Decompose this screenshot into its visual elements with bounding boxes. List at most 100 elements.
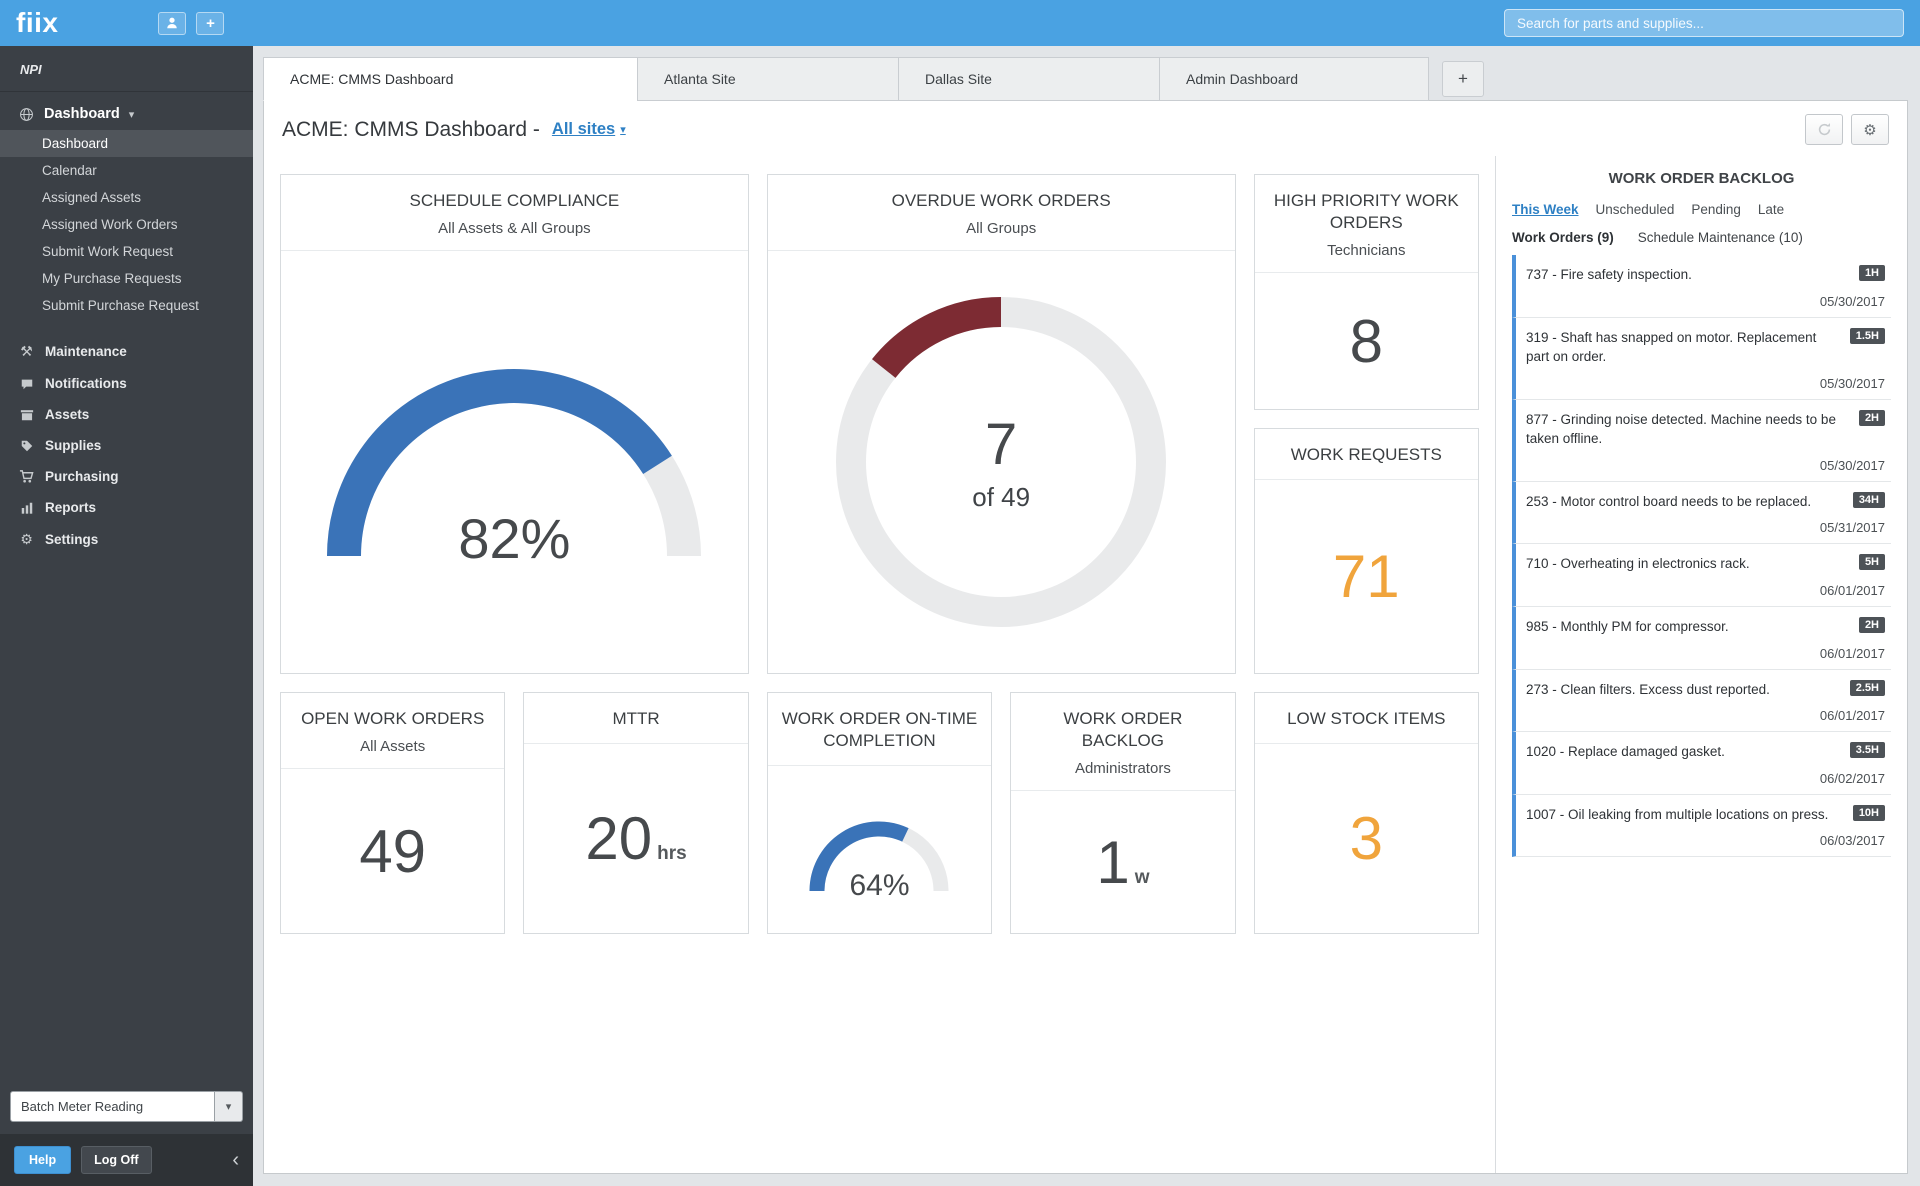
- widget-header: WORK ORDER ON-TIME COMPLETION: [768, 693, 991, 766]
- backlog-item[interactable]: 1020 - Replace damaged gasket. 3.5H 06/0…: [1512, 732, 1891, 795]
- backlog-filters: This Week Unscheduled Pending Late: [1512, 202, 1891, 217]
- batch-meter-row: Batch Meter Reading ▾: [0, 1079, 253, 1134]
- widget-title: WORK REQUESTS: [1265, 444, 1468, 466]
- sidebar-item-assigned-assets[interactable]: Assigned Assets: [0, 184, 253, 211]
- subtab-work-orders[interactable]: Work Orders (9): [1512, 230, 1614, 245]
- sidebar-item-purchasing[interactable]: Purchasing: [0, 461, 253, 492]
- gauge-value: 82%: [304, 506, 724, 571]
- backlog-item[interactable]: 1007 - Oil leaking from multiple locatio…: [1512, 795, 1891, 858]
- all-sites-label: All sites: [552, 120, 615, 139]
- sidebar-item-dashboard-home[interactable]: Dashboard: [0, 130, 253, 157]
- nav-label: Settings: [45, 532, 98, 547]
- caret-down-icon: ▾: [620, 123, 626, 136]
- collapse-sidebar-button[interactable]: ‹: [232, 1150, 239, 1170]
- tab-acme-cmms-dashboard[interactable]: ACME: CMMS Dashboard: [263, 57, 638, 101]
- plus-icon: +: [206, 15, 215, 32]
- person-icon: [164, 16, 181, 30]
- backlog-list: 737 - Fire safety inspection. 1H 05/30/2…: [1512, 255, 1891, 857]
- backlog-item[interactable]: 877 - Grinding noise detected. Machine n…: [1512, 400, 1891, 482]
- dashboard-label: Dashboard: [44, 106, 120, 122]
- widget-title: OVERDUE WORK ORDERS: [778, 190, 1225, 212]
- work-order-title: 1007 - Oil leaking from multiple locatio…: [1526, 805, 1853, 825]
- widget-subtitle: Technicians: [1265, 242, 1468, 259]
- widget-mttr: MTTR 20 hrs: [523, 692, 748, 934]
- sidebar-item-my-purchase-requests[interactable]: My Purchase Requests: [0, 265, 253, 292]
- overdue-count: 7: [985, 411, 1017, 478]
- app-root: fiix + NPI Dashboard ▾: [0, 0, 1920, 1186]
- backlog-item[interactable]: 710 - Overheating in electronics rack. 5…: [1512, 544, 1891, 607]
- tab-dallas-site[interactable]: Dallas Site: [898, 57, 1160, 101]
- work-order-title: 273 - Clean filters. Excess dust reporte…: [1526, 680, 1850, 700]
- batch-meter-reading-button[interactable]: Batch Meter Reading: [10, 1091, 215, 1122]
- dashboard-settings-button[interactable]: ⚙: [1851, 114, 1889, 145]
- schedule-compliance-gauge: 82%: [304, 351, 724, 573]
- help-button[interactable]: Help: [14, 1146, 71, 1174]
- widgets-grid: SCHEDULE COMPLIANCE All Assets & All Gro…: [264, 156, 1495, 1173]
- log-off-button[interactable]: Log Off: [81, 1146, 151, 1174]
- nav-label: Reports: [45, 500, 96, 515]
- filter-pending[interactable]: Pending: [1691, 202, 1741, 217]
- add-button[interactable]: +: [196, 12, 224, 35]
- header-actions: ⚙: [1805, 114, 1889, 145]
- main-area: ACME: CMMS Dashboard Atlanta Site Dallas…: [253, 46, 1920, 1186]
- filter-unscheduled[interactable]: Unscheduled: [1596, 202, 1675, 217]
- donut-label: 7 of 49: [826, 287, 1176, 637]
- widget-low-stock-items: LOW STOCK ITEMS 3: [1254, 692, 1479, 934]
- sidebar-item-settings[interactable]: ⚙ Settings: [0, 523, 253, 556]
- widget-title: WORK ORDER BACKLOG: [1021, 708, 1224, 752]
- subtab-schedule-maintenance[interactable]: Schedule Maintenance (10): [1638, 230, 1803, 245]
- sidebar-item-maintenance[interactable]: ⚒ Maintenance: [0, 335, 253, 368]
- user-button[interactable]: [158, 12, 186, 35]
- search-input[interactable]: [1504, 9, 1904, 37]
- widget-work-order-backlog: WORK ORDER BACKLOG Administrators 1 w: [1010, 692, 1235, 934]
- hours-badge: 2H: [1859, 410, 1885, 426]
- backlog-subtabs: Work Orders (9) Schedule Maintenance (10…: [1512, 230, 1891, 245]
- backlog-item[interactable]: 253 - Motor control board needs to be re…: [1512, 482, 1891, 545]
- shell: NPI Dashboard ▾ Dashboard Calendar Assig…: [0, 46, 1920, 1186]
- backlog-item[interactable]: 985 - Monthly PM for compressor. 2H 06/0…: [1512, 607, 1891, 670]
- backlog-item[interactable]: 737 - Fire safety inspection. 1H 05/30/2…: [1512, 255, 1891, 318]
- sidebar-item-reports[interactable]: Reports: [0, 492, 253, 523]
- tag-icon: [18, 439, 35, 453]
- widget-work-requests: WORK REQUESTS 71: [1254, 428, 1479, 674]
- backlog-unit: w: [1135, 867, 1150, 889]
- caret-down-icon: ▾: [226, 1101, 232, 1113]
- high-priority-count: 8: [1350, 307, 1383, 376]
- widget-title: WORK ORDER ON-TIME COMPLETION: [778, 708, 981, 752]
- widget-title: OPEN WORK ORDERS: [291, 708, 494, 730]
- backlog-item[interactable]: 319 - Shaft has snapped on motor. Replac…: [1512, 318, 1891, 400]
- refresh-icon: [1816, 122, 1833, 137]
- sidebar-item-assets[interactable]: Assets: [0, 399, 253, 430]
- panel-header: ACME: CMMS Dashboard - All sites ▾ ⚙: [264, 101, 1907, 156]
- hours-badge: 2H: [1859, 617, 1885, 633]
- backlog-item[interactable]: 273 - Clean filters. Excess dust reporte…: [1512, 670, 1891, 733]
- sidebar-item-assigned-work-orders[interactable]: Assigned Work Orders: [0, 211, 253, 238]
- nav-label: Maintenance: [45, 344, 127, 359]
- dashboard-subnav: Dashboard Calendar Assigned Assets Assig…: [0, 130, 253, 319]
- sidebar-item-notifications[interactable]: Notifications: [0, 368, 253, 399]
- sidebar-item-submit-work-request[interactable]: Submit Work Request: [0, 238, 253, 265]
- work-order-title: 253 - Motor control board needs to be re…: [1526, 492, 1853, 512]
- widget-body: 71: [1255, 480, 1478, 673]
- due-date: 05/30/2017: [1526, 294, 1885, 309]
- batch-meter-dropdown-button[interactable]: ▾: [215, 1091, 243, 1122]
- add-dashboard-tab-button[interactable]: +: [1442, 61, 1484, 97]
- tab-admin-dashboard[interactable]: Admin Dashboard: [1159, 57, 1429, 101]
- widget-open-work-orders: OPEN WORK ORDERS All Assets 49: [280, 692, 505, 934]
- sidebar-item-calendar[interactable]: Calendar: [0, 157, 253, 184]
- widget-subtitle: All Assets: [291, 738, 494, 755]
- widget-subtitle: Administrators: [1021, 760, 1224, 777]
- sidebar-item-dashboard[interactable]: Dashboard ▾: [0, 92, 253, 130]
- sidebar-item-supplies[interactable]: Supplies: [0, 430, 253, 461]
- filter-this-week[interactable]: This Week: [1512, 202, 1579, 217]
- sidebar-item-submit-purchase-request[interactable]: Submit Purchase Request: [0, 292, 253, 319]
- hours-badge: 1.5H: [1850, 328, 1885, 344]
- widget-body: 49: [281, 769, 504, 933]
- all-sites-dropdown[interactable]: All sites ▾: [552, 120, 626, 139]
- filter-late[interactable]: Late: [1758, 202, 1784, 217]
- dashboard-panel: ACME: CMMS Dashboard - All sites ▾ ⚙: [263, 100, 1908, 1174]
- tab-atlanta-site[interactable]: Atlanta Site: [637, 57, 899, 101]
- refresh-button[interactable]: [1805, 114, 1843, 145]
- widget-header: WORK REQUESTS: [1255, 429, 1478, 480]
- work-order-title: 1020 - Replace damaged gasket.: [1526, 742, 1850, 762]
